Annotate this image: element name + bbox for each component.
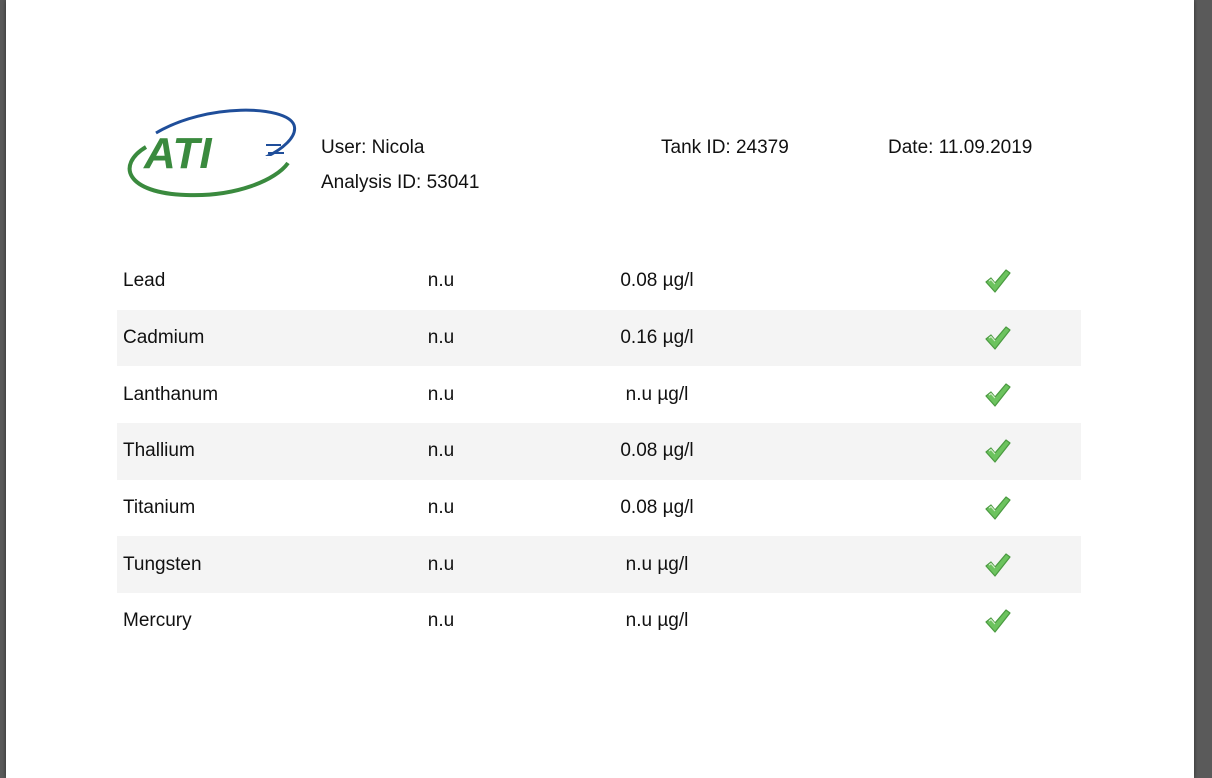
element-name: Lanthanum [123,383,219,405]
value-1: n.u [427,553,455,575]
element-name: Mercury [123,610,192,632]
check-icon [983,381,1011,409]
value-1: n.u [427,610,455,632]
value-2: 0.08 µg/l [620,270,694,292]
user-label: User: Nicola [321,137,425,158]
element-name: Cadmium [123,327,205,349]
value-2: n.u µg/l [625,610,689,632]
date-label: Date: 11.09.2019 [888,137,1033,158]
value-1: n.u [427,497,455,519]
value-2: 0.08 µg/l [620,440,694,462]
tank-id-label: Tank ID: 24379 [661,137,789,158]
table-row: Tungsten n.u n.u µg/l [117,536,1081,594]
check-icon [983,494,1011,522]
check-icon [983,607,1011,635]
value-2: n.u µg/l [625,383,689,405]
report-page: ATI User: Nicola Analysis ID: 53041 Tank… [6,0,1194,778]
value-2: 0.08 µg/l [620,497,694,519]
element-name: Thallium [123,440,195,462]
element-name: Titanium [123,497,196,519]
check-icon [983,437,1011,465]
table-row: Thallium n.u 0.08 µg/l [117,423,1081,480]
table-row: Titanium n.u 0.08 µg/l [117,480,1081,537]
table-row: Cadmium n.u 0.16 µg/l [117,309,1081,367]
check-icon [983,267,1011,295]
value-2: n.u µg/l [625,553,689,575]
ati-logo: ATI [116,105,301,205]
element-name: Lead [123,270,166,292]
results-table: Lead n.u 0.08 µg/l Cadmium n.u 0.16 µg/l… [117,253,1081,650]
logo-text: ATI [143,129,212,178]
analysis-id-label: Analysis ID: 53041 [321,172,480,193]
table-row: Lanthanum n.u n.u µg/l [117,366,1081,423]
value-1: n.u [427,327,455,349]
check-icon [983,551,1011,579]
value-2: 0.16 µg/l [620,327,694,349]
value-1: n.u [427,440,455,462]
table-row: Mercury n.u n.u µg/l [117,593,1081,650]
check-icon [983,324,1011,352]
value-1: n.u [427,270,455,292]
value-1: n.u [427,383,455,405]
table-row: Lead n.u 0.08 µg/l [117,253,1081,310]
element-name: Tungsten [123,553,202,575]
